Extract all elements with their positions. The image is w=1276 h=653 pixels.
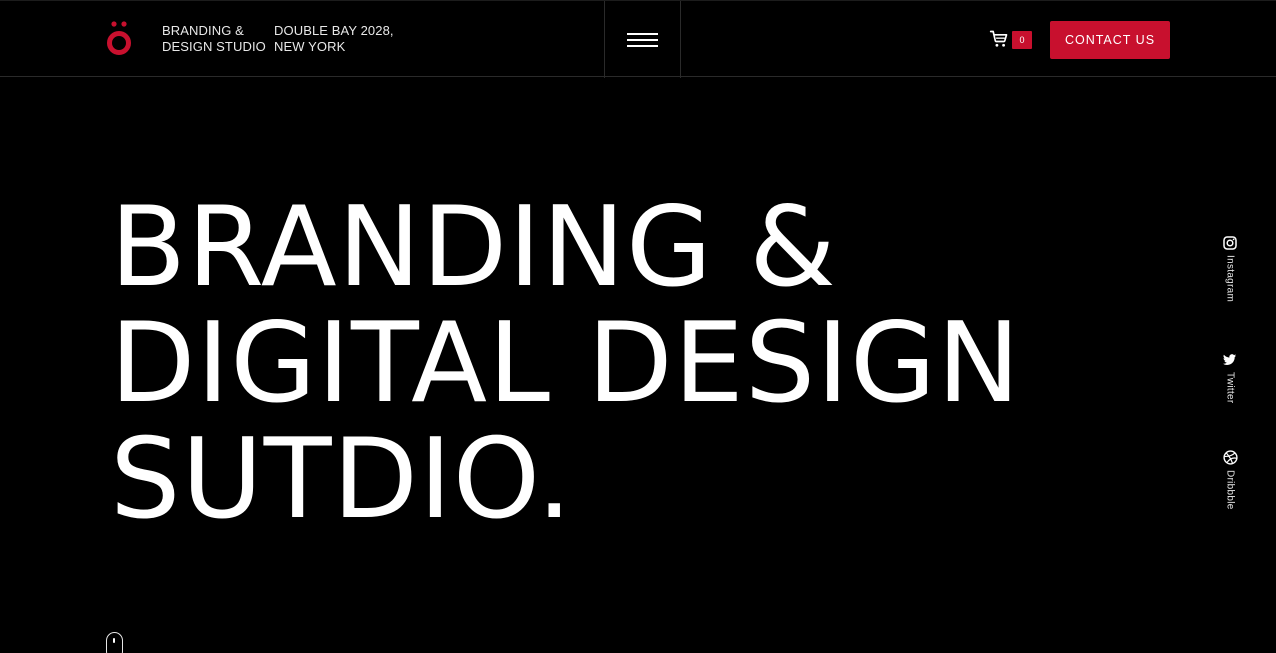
- hero-line-1: BRANDING &: [110, 183, 837, 312]
- studio-tagline-line2: DESIGN STUDIO: [162, 39, 266, 54]
- menu-toggle-button[interactable]: [604, 1, 681, 78]
- page: BRANDING & DESIGN STUDIO DOUBLE BAY 2028…: [0, 0, 1276, 653]
- cart-count-badge: 0: [1012, 31, 1032, 49]
- studio-address: DOUBLE BAY 2028, NEW YORK: [274, 23, 394, 55]
- dribbble-icon: [1222, 450, 1238, 465]
- shopping-cart-icon[interactable]: [989, 29, 1009, 49]
- brand-logo-icon[interactable]: [105, 19, 133, 57]
- studio-tagline-line1: BRANDING &: [162, 23, 244, 38]
- instagram-label: Instagram: [1224, 255, 1236, 303]
- social-link-instagram[interactable]: Instagram: [1218, 236, 1242, 302]
- contact-us-button[interactable]: CONTACT US: [1050, 21, 1170, 59]
- site-header: BRANDING & DESIGN STUDIO DOUBLE BAY 2028…: [0, 0, 1276, 78]
- hero-headline: BRANDING & DIGITAL DESIGN SUTDIO.: [110, 190, 1021, 538]
- twitter-label: Twitter: [1224, 372, 1236, 404]
- social-link-twitter[interactable]: Twitter: [1218, 353, 1242, 404]
- hamburger-menu-icon: [627, 32, 658, 47]
- address-line2: NEW YORK: [274, 39, 346, 54]
- dribbble-label: Dribbble: [1224, 470, 1236, 510]
- instagram-icon: [1223, 236, 1237, 250]
- hero-line-3: SUTDIO.: [110, 415, 573, 544]
- hero-line-2: DIGITAL DESIGN: [110, 299, 1022, 428]
- scroll-mouse-icon[interactable]: [106, 632, 123, 653]
- address-line1: DOUBLE BAY 2028,: [274, 23, 394, 38]
- twitter-icon: [1223, 354, 1236, 365]
- studio-tagline: BRANDING & DESIGN STUDIO: [162, 23, 266, 55]
- social-link-dribbble[interactable]: Dribbble: [1218, 450, 1242, 510]
